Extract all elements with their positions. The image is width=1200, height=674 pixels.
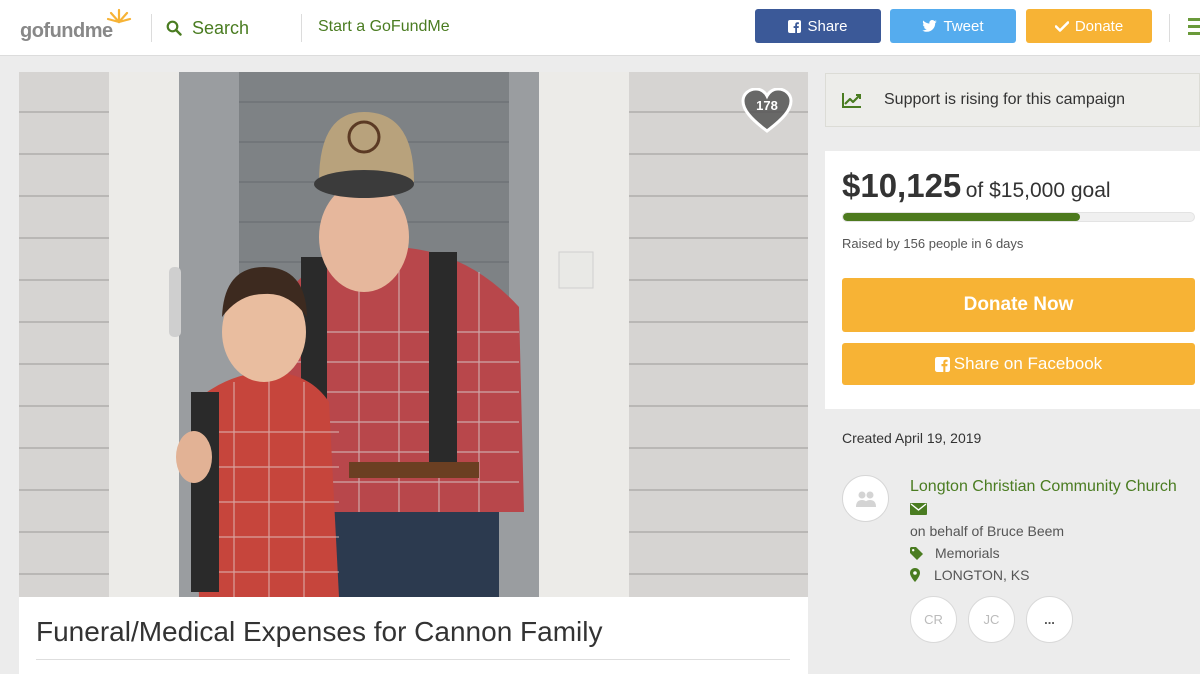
title-divider (36, 659, 790, 660)
header-divider (301, 14, 302, 42)
group-icon (855, 491, 876, 507)
trending-banner: Support is rising for this campaign (825, 73, 1200, 127)
logo-wordmark: gofundme (20, 20, 113, 42)
organizer-name[interactable]: Longton Christian Community Church (910, 478, 1177, 496)
goal-amount: of $15,000 goal (965, 179, 1111, 202)
progress-bar (842, 212, 1195, 222)
team-member-avatar[interactable]: CR (910, 596, 957, 643)
search-label: Search (192, 17, 250, 38)
team-member-avatar[interactable]: JC (968, 596, 1015, 643)
header-share-label: Share (807, 17, 848, 35)
facebook-icon (934, 356, 950, 372)
twitter-icon (922, 20, 938, 32)
share-on-facebook-button[interactable]: Share on Facebook (842, 343, 1195, 385)
beneficiary-text: on behalf of Bruce Beem (910, 523, 1065, 539)
raised-amount: $10,125 (842, 167, 962, 204)
trending-text: Support is rising for this campaign (884, 91, 1125, 108)
organizer-avatar (842, 475, 889, 522)
raised-summary: $10,125 of $15,000 goal (842, 167, 1111, 205)
category-label: Memorials (935, 545, 1000, 561)
header-tweet-button[interactable]: Tweet (890, 9, 1016, 43)
trending-chart-icon (842, 93, 861, 108)
share-on-facebook-label: Share on Facebook (953, 354, 1103, 373)
search-icon (166, 20, 182, 36)
heart-count: 178 (756, 98, 778, 113)
header-donate-label: Donate (1074, 17, 1124, 35)
top-navigation-bar: gofundme Search Start a GoFundMe Share T… (0, 0, 1200, 56)
campaign-card: Funeral/Medical Expenses for Cannon Fami… (19, 72, 808, 674)
created-date: Created April 19, 2019 (842, 430, 982, 446)
header-donate-button[interactable]: Donate (1026, 9, 1152, 43)
header-divider (1169, 14, 1170, 42)
facebook-icon (788, 19, 802, 33)
raised-by-text: Raised by 156 people in 6 days (842, 236, 1024, 251)
progress-bar-fill (843, 213, 1080, 221)
tag-icon (910, 546, 923, 560)
hamburger-menu-icon[interactable] (1188, 18, 1200, 36)
campaign-title: Funeral/Medical Expenses for Cannon Fami… (36, 616, 603, 647)
campaign-photo[interactable] (19, 72, 808, 597)
checkmark-icon (1054, 20, 1069, 32)
map-pin-icon (910, 568, 920, 582)
category-row[interactable]: Memorials (910, 545, 1000, 561)
location-row: LONGTON, KS (910, 567, 1029, 583)
search-button[interactable]: Search (166, 16, 249, 40)
header-divider (151, 14, 152, 42)
more-team-members-button[interactable]: ... (1026, 596, 1073, 643)
envelope-icon[interactable] (910, 503, 927, 515)
start-gofundme-link[interactable]: Start a GoFundMe (318, 18, 450, 36)
location-label: LONGTON, KS (934, 567, 1030, 583)
gofundme-logo[interactable]: gofundme (20, 8, 132, 42)
donation-panel: $10,125 of $15,000 goal Raised by 156 pe… (825, 151, 1200, 409)
header-share-button[interactable]: Share (755, 9, 881, 43)
donate-now-button[interactable]: Donate Now (842, 278, 1195, 332)
header-tweet-label: Tweet (943, 17, 984, 35)
